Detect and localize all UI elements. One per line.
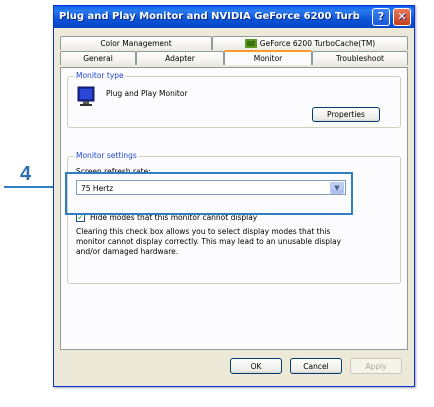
help-button[interactable]: ? [372,8,390,26]
tab-troubleshoot[interactable]: Troubleshoot [312,51,408,65]
properties-button[interactable]: Properties [312,107,380,122]
tab-general[interactable]: General [60,51,136,65]
monitor-name: Plug and Play Monitor [106,89,188,98]
apply-button[interactable]: Apply [350,358,402,374]
properties-button-label: Properties [327,110,365,119]
cancel-button[interactable]: Cancel [290,358,342,374]
nvidia-icon [244,39,257,48]
tab-color-management[interactable]: Color Management [60,36,212,50]
description-line-2: monitor cannot display correctly. This m… [76,237,342,246]
refresh-rate-highlight [65,172,353,215]
tab-adapter[interactable]: Adapter [136,51,224,65]
monitor-type-label: Monitor type [74,71,126,80]
title-bar[interactable]: Plug and Play Monitor and NVIDIA GeForce… [54,6,414,28]
tab-monitor[interactable]: Monitor [224,50,312,65]
ok-button[interactable]: OK [230,358,282,374]
description-line-1: Clearing this check box allows you to se… [76,227,331,236]
close-button[interactable]: ✕ [393,8,411,26]
tab-row-back: Color Management GeForce 6200 TurboCache… [60,36,408,50]
description-line-3: and/or damaged hardware. [76,247,179,256]
monitor-icon [77,86,95,106]
tab-row-front: General Adapter Monitor Troubleshoot [60,50,408,65]
window-title: Plug and Play Monitor and NVIDIA GeForce… [59,11,359,22]
callout-number: 4 [20,163,32,185]
tab-geforce[interactable]: GeForce 6200 TurboCache(TM) [212,36,408,50]
monitor-settings-label: Monitor settings [74,151,139,160]
tab-geforce-label: GeForce 6200 TurboCache(TM) [259,39,376,48]
monitor-type-group: Monitor type Plug and Play Monitor Prope… [67,71,401,128]
